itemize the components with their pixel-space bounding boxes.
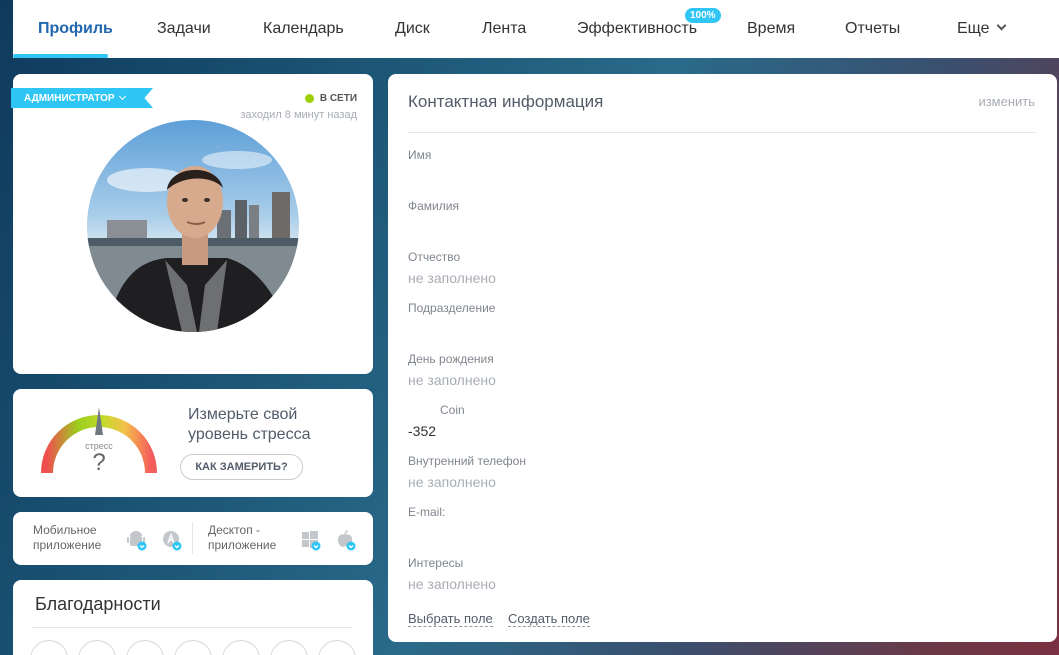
field-label-last-name: Фамилия [408,199,459,213]
field-value-interests: не заполнено [408,576,496,592]
tab-more-label: Еще [957,20,990,37]
contact-divider [408,132,1036,133]
contact-info-card: Контактная информация изменить Имя Фамил… [388,74,1057,642]
stress-gauge-value: ? [92,449,106,476]
gift-icon[interactable] [78,640,116,655]
apps-card: Мобильное приложение Десктоп - приложени… [13,512,373,565]
thanks-divider [31,627,353,628]
avatar[interactable] [87,120,299,332]
android-icon[interactable] [126,529,148,551]
crown-icon[interactable] [222,640,260,655]
avatar-photo [87,120,299,332]
field-label-interests: Интересы [408,556,464,570]
hourglass-icon[interactable] [174,640,212,655]
tab-profile[interactable]: Профиль [38,20,113,38]
role-dropdown[interactable]: АДМИНИСТРАТОР [11,88,153,108]
check-icon[interactable] [270,640,308,655]
field-label-patronymic: Отчество [408,250,461,264]
apple-store-icon[interactable] [161,529,183,551]
online-dot-icon [304,94,314,103]
tab-tasks[interactable]: Задачи [157,20,211,38]
measure-stress-button[interactable]: КАК ЗАМЕРИТЬ? [180,454,303,480]
last-seen: заходил 8 минут назад [240,109,357,121]
tab-reports[interactable]: Отчеты [845,20,900,38]
cup-icon[interactable] [30,640,68,655]
tab-more[interactable]: Еще [957,20,1007,38]
contact-title: Контактная информация [408,92,604,111]
thanks-title: Благодарности [35,594,161,614]
online-label: В СЕТИ [319,93,357,104]
field-value-birthday: не заполнено [408,372,496,388]
tab-time[interactable]: Время [747,20,795,38]
money-icon[interactable] [126,640,164,655]
role-label: АДМИНИСТРАТОР [24,92,115,104]
desktop-app-label: Десктоп - приложение [208,523,277,552]
edit-link[interactable]: изменить [978,94,1035,109]
tab-calendar[interactable]: Календарь [263,20,344,38]
field-label-first-name: Имя [408,148,432,162]
field-value-phone: не заполнено [408,474,496,490]
mobile-app-label: Мобильное приложение [33,523,102,552]
field-value-coin: -352 [408,423,437,439]
top-nav: Профиль Задачи Календарь Диск Лента Эффе… [13,0,1059,58]
field-label-email: E-mail: [408,505,446,519]
tab-efficiency[interactable]: Эффективность [577,20,697,38]
stress-prompt: Измерьте свой уровень стресса [188,406,311,443]
field-label-birthday: День рождения [408,352,494,366]
create-field-link[interactable]: Создать поле [508,611,590,627]
chevron-down-icon [118,92,126,100]
field-value-patronymic: не заполнено [408,270,496,286]
thanks-card: Благодарности [13,580,373,655]
apps-divider [192,522,193,554]
chevron-down-icon [996,20,1007,31]
field-label-coin: Coin [440,403,465,417]
profile-card: АДМИНИСТРАТОР В СЕТИ заходил 8 минут наз… [11,74,373,374]
tab-disk[interactable]: Диск [395,20,430,38]
apple-icon[interactable] [335,529,357,551]
efficiency-badge: 100% [685,8,721,23]
field-label-phone: Внутренний телефон [408,454,526,468]
windows-icon[interactable] [300,529,322,551]
online-status: В СЕТИ [304,93,357,104]
active-tab-indicator [13,54,108,58]
select-field-link[interactable]: Выбрать поле [408,611,493,627]
tab-feed[interactable]: Лента [482,20,526,38]
field-label-department: Подразделение [408,301,496,315]
stress-card: стресс ? Измерьте свой уровень стресса К… [13,389,373,497]
more-icon[interactable] [318,640,356,655]
